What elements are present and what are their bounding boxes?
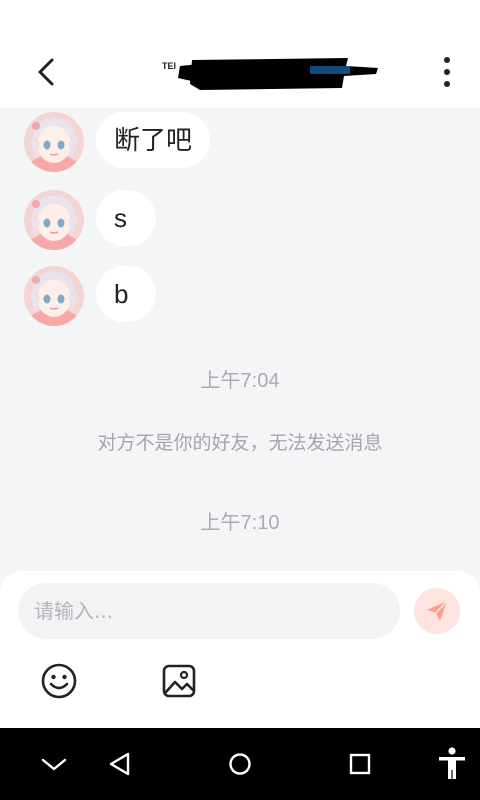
timestamp: 上午7:04 — [200, 370, 280, 392]
emoji-icon — [41, 663, 77, 699]
avatar-image — [24, 112, 84, 172]
image-icon — [162, 664, 196, 698]
chat-screen: TEI 断了吧 s b 上午7:04 对方不是你的好友，无法发送消息 上午7:1… — [0, 0, 480, 800]
avatar-image — [24, 190, 84, 250]
message-row: s — [24, 190, 464, 250]
status-bar — [0, 0, 480, 36]
recents-square-icon — [349, 753, 371, 775]
send-button[interactable] — [414, 588, 460, 634]
accessibility-icon — [439, 747, 465, 779]
system-notice: 对方不是你的好友，无法发送消息 — [97, 432, 383, 454]
message-bubble[interactable]: s — [96, 190, 156, 246]
back-triangle-icon — [109, 752, 130, 776]
avatar[interactable] — [24, 190, 84, 250]
nav-hide-button[interactable] — [36, 746, 72, 782]
system-nav-bar — [0, 728, 480, 800]
back-button[interactable] — [30, 54, 66, 90]
chevron-left-icon — [38, 58, 54, 86]
message-list[interactable]: 断了吧 s b 上午7:04 对方不是你的好友，无法发送消息 上午7:10 — [0, 108, 480, 572]
avatar-image — [24, 266, 84, 326]
nav-accessibility-button[interactable] — [434, 746, 470, 782]
message-row: b — [24, 266, 464, 326]
message-bubble[interactable]: b — [96, 266, 156, 322]
title-redaction — [178, 58, 378, 90]
message-bubble[interactable]: 断了吧 — [96, 112, 211, 168]
chevron-down-icon — [41, 758, 67, 771]
composer — [0, 571, 480, 728]
emoji-button[interactable] — [40, 662, 78, 700]
more-options-button[interactable] — [430, 54, 464, 90]
nav-home-button[interactable] — [222, 746, 258, 782]
send-icon — [427, 600, 448, 621]
chat-header: TEI — [0, 36, 480, 108]
message-input[interactable] — [18, 583, 400, 639]
message-row: 断了吧 — [24, 112, 464, 172]
more-vertical-icon — [444, 57, 450, 87]
nav-back-button[interactable] — [102, 746, 138, 782]
nav-recents-button[interactable] — [342, 746, 378, 782]
timestamp: 上午7:10 — [200, 512, 280, 534]
home-circle-icon — [229, 753, 251, 775]
avatar[interactable] — [24, 112, 84, 172]
chat-title: TEI — [160, 52, 380, 94]
image-button[interactable] — [160, 662, 198, 700]
avatar[interactable] — [24, 266, 84, 326]
